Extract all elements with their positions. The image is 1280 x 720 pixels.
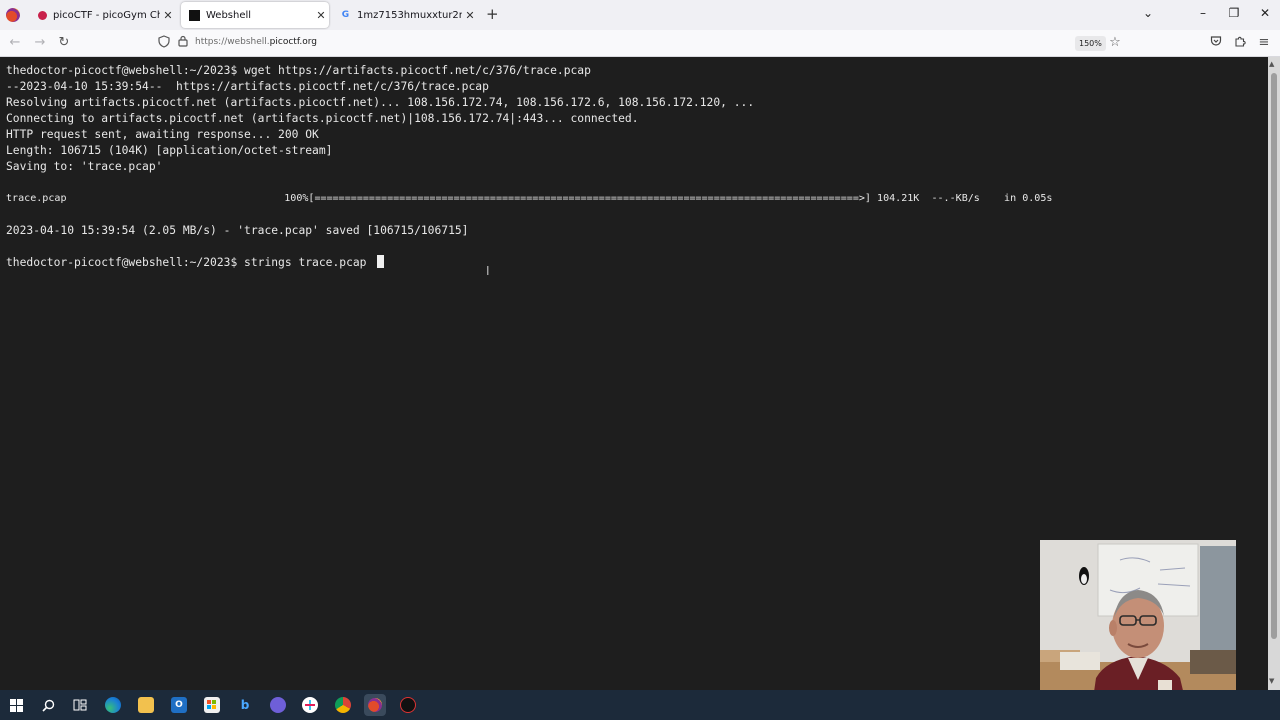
tab-label: Webshell xyxy=(206,9,252,21)
scrollbar-thumb[interactable] xyxy=(1271,73,1277,639)
screen-recorder-icon[interactable] xyxy=(270,697,286,713)
firefox-active-taskbar-item[interactable] xyxy=(364,694,386,716)
terminal-progress-line: trace.pcap 100%[========================… xyxy=(6,193,1053,204)
scroll-up-arrow-icon[interactable]: ▲ xyxy=(1269,60,1274,68)
terminal-line: thedoctor-picoctf@webshell:~/2023$ wget … xyxy=(6,64,591,77)
windows-taskbar: O b xyxy=(0,690,1280,720)
close-icon[interactable]: ✕ xyxy=(313,9,329,22)
terminal-line: Resolving artifacts.picoctf.net (artifac… xyxy=(6,96,755,109)
terminal-line: HTTP request sent, awaiting response... … xyxy=(6,128,319,141)
close-icon[interactable]: ✕ xyxy=(160,9,176,22)
scroll-down-arrow-icon[interactable]: ▼ xyxy=(1269,677,1274,685)
mouse-ibeam-cursor-icon: I xyxy=(486,264,490,278)
lock-icon[interactable] xyxy=(175,35,191,52)
slack-icon[interactable] xyxy=(302,697,318,713)
tab-strip: picoCTF - picoGym Challenges ✕ Webshell … xyxy=(0,0,1280,30)
outlook-icon[interactable]: O xyxy=(171,697,187,713)
puzzle-icon[interactable] xyxy=(1232,35,1248,52)
star-icon[interactable]: ☆ xyxy=(1107,35,1123,51)
minimize-icon[interactable]: – xyxy=(1193,6,1213,20)
windows-start-icon[interactable] xyxy=(8,697,24,713)
forward-arrow-icon[interactable]: → xyxy=(32,35,48,51)
terminal-line: 2023-04-10 15:39:54 (2.05 MB/s) - 'trace… xyxy=(6,224,469,237)
pocket-icon[interactable] xyxy=(1208,35,1224,52)
window-close-icon[interactable]: ✕ xyxy=(1255,6,1275,20)
bing-icon[interactable]: b xyxy=(237,697,253,713)
terminal-prompt-line[interactable]: thedoctor-picoctf@webshell:~/2023$ strin… xyxy=(6,255,385,271)
picoctf-favicon-icon xyxy=(38,10,47,20)
text-cursor xyxy=(377,255,385,268)
snipping-tool-icon[interactable] xyxy=(400,697,416,713)
zoom-level-button[interactable]: 150% xyxy=(1075,36,1106,51)
terminal-line: Saving to: 'trace.pcap' xyxy=(6,160,163,173)
url-text[interactable]: https://webshell.picoctf.org xyxy=(195,37,317,47)
chrome-icon[interactable] xyxy=(335,697,351,713)
terminal-command: thedoctor-picoctf@webshell:~/2023$ strin… xyxy=(6,256,374,269)
tab-label: picoCTF - picoGym Challenges xyxy=(53,9,160,21)
tracking-shield-icon[interactable] xyxy=(156,35,172,53)
firefox-icon xyxy=(368,698,382,712)
terminal-scrollbar[interactable]: ▲ ▼ xyxy=(1268,57,1280,690)
edge-browser-icon[interactable] xyxy=(105,697,121,713)
firefox-logo-icon xyxy=(6,8,20,22)
restore-icon[interactable]: ❐ xyxy=(1224,6,1244,20)
tab-picoctf-gym[interactable]: picoCTF - picoGym Challenges ✕ xyxy=(30,2,176,28)
navigation-toolbar: ← → ↻ https://webshell.picoctf.org 150% … xyxy=(0,30,1280,57)
task-view-icon[interactable] xyxy=(72,697,88,713)
search-icon[interactable] xyxy=(40,697,56,713)
reload-icon[interactable]: ↻ xyxy=(56,35,72,51)
address-bar[interactable]: https://webshell.picoctf.org 150% ☆ xyxy=(150,33,1130,54)
tab-label: 1mz7153hmuxxtur2r1t78mgsdzz5 xyxy=(357,9,462,21)
close-icon[interactable]: ✕ xyxy=(462,9,478,22)
back-arrow-icon[interactable]: ← xyxy=(7,35,23,51)
file-explorer-icon[interactable] xyxy=(138,697,154,713)
new-tab-icon[interactable]: + xyxy=(486,6,499,22)
hamburger-icon[interactable]: ≡ xyxy=(1256,35,1272,51)
tab-google-search[interactable]: G 1mz7153hmuxxtur2r1t78mgsdzz5 ✕ xyxy=(332,2,478,28)
tab-list-chevron-icon[interactable]: ⌄ xyxy=(1138,6,1158,20)
webshell-favicon-icon xyxy=(189,9,200,21)
terminal-line: Connecting to artifacts.picoctf.net (art… xyxy=(6,112,639,125)
microsoft-store-icon[interactable] xyxy=(204,697,220,713)
terminal-line: Length: 106715 (104K) [application/octet… xyxy=(6,144,333,157)
google-favicon-icon: G xyxy=(341,10,350,20)
tab-webshell[interactable]: Webshell ✕ xyxy=(181,2,329,28)
terminal-line: --2023-04-10 15:39:54-- https://artifact… xyxy=(6,80,489,93)
